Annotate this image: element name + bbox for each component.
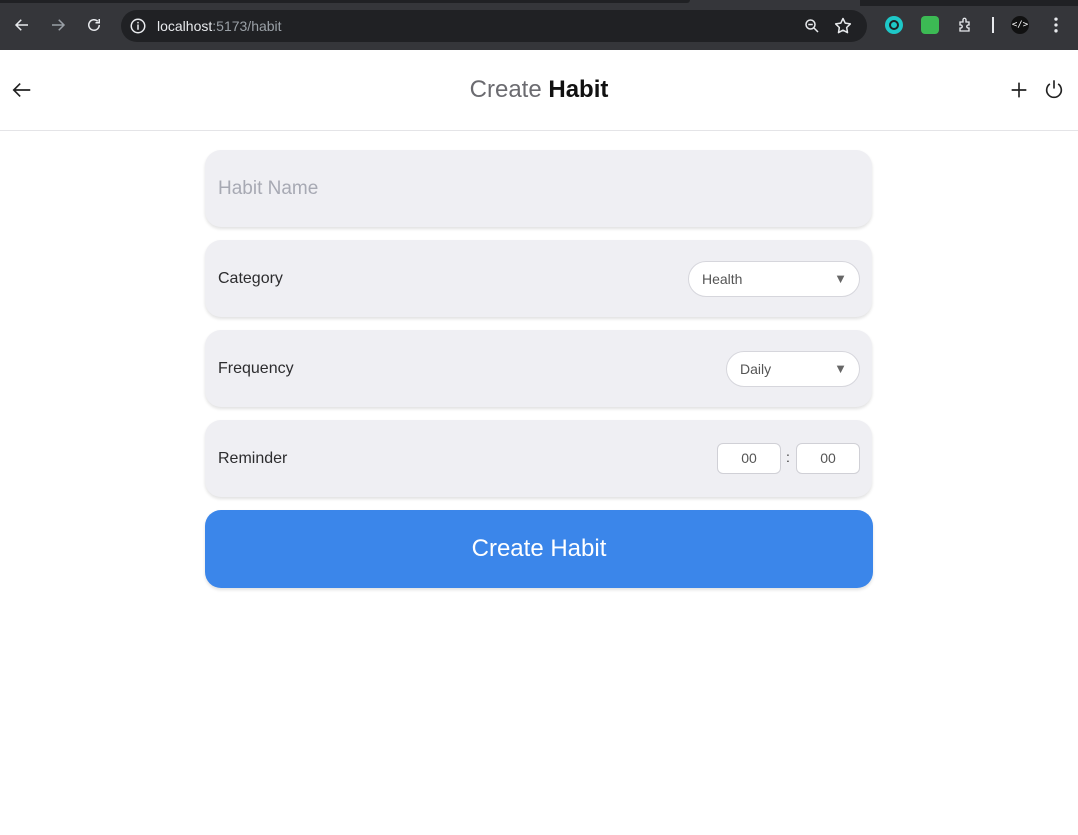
app-header: Create Habit [0,50,1078,131]
browser-forward-icon[interactable] [46,13,70,37]
extension-teal-icon[interactable] [885,16,903,34]
caret-down-icon: ▼ [834,271,847,286]
power-icon[interactable] [1043,78,1065,100]
frequency-label: Frequency [218,360,294,377]
category-value: Health [702,271,743,287]
page-title-create: Create [469,76,542,103]
star-icon[interactable] [833,16,853,36]
browser-back-icon[interactable] [10,13,34,37]
address-bar[interactable]: localhost:5173/habit [121,10,867,42]
create-habit-button[interactable]: Create Habit [205,510,873,588]
url-text[interactable]: localhost:5173/habit [157,18,282,34]
frequency-select[interactable]: Daily ▼ [726,351,860,387]
devtools-extension-icon[interactable]: </> [1011,16,1029,34]
browser-toolbar: localhost:5173/habit </> [0,0,1078,50]
tab-strip [0,0,690,3]
reminder-card: Reminder 00 : 00 [205,420,872,497]
frequency-card: Frequency Daily ▼ [205,330,872,407]
category-select[interactable]: Health ▼ [688,261,860,297]
reload-icon[interactable] [82,13,106,37]
zoom-icon[interactable] [803,17,821,35]
plus-icon[interactable] [1008,79,1030,101]
kebab-menu-icon[interactable] [1046,15,1066,35]
page-title: Create Habit [0,76,1078,104]
reminder-label: Reminder [218,450,288,467]
create-habit-form: Category Health ▼ Frequency Daily ▼ Remi… [205,150,873,588]
habit-name-card [205,150,872,227]
reminder-minute-input[interactable]: 00 [796,443,860,474]
info-icon[interactable] [129,17,147,35]
url-path: :5173/habit [212,18,282,34]
category-card: Category Health ▼ [205,240,872,317]
frequency-value: Daily [740,361,772,377]
tab-strip-right [860,0,1078,6]
reminder-hour-input[interactable]: 00 [717,443,781,474]
toolbar-separator [992,17,994,33]
habit-name-input[interactable] [205,150,872,227]
reminder-separator: : [786,449,790,465]
extension-icon[interactable] [957,16,975,34]
caret-down-icon: ▼ [834,361,847,376]
page-title-habit: Habit [548,76,609,103]
url-host: localhost [157,18,213,34]
category-label: Category [218,270,283,287]
extension-green-icon[interactable] [921,16,939,34]
